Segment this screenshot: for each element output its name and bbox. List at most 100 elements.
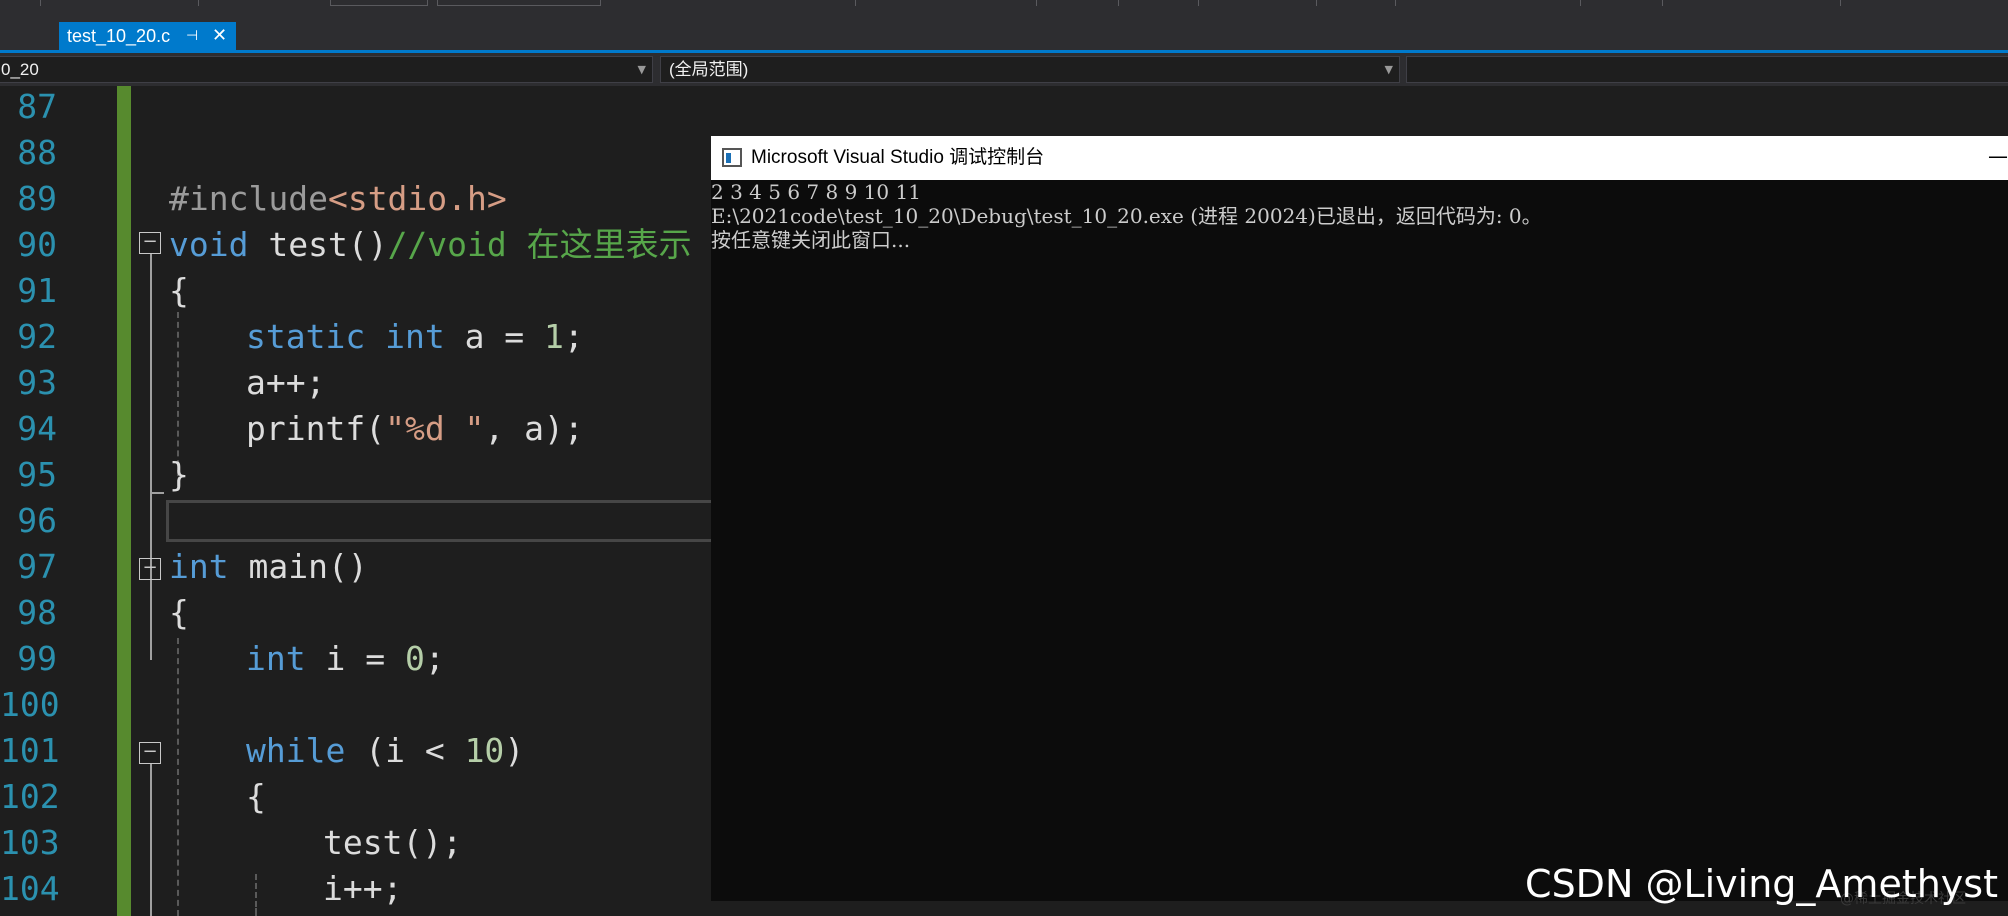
line-number: 89 [17,179,57,218]
line-number: 104 [0,869,60,908]
code-line-90[interactable]: void test()//void 在这里表示 [169,222,692,268]
code-token: a = [444,317,545,356]
line-number: 101 [0,731,60,770]
csdn-watermark: CSDN @Living_Amethyst [1525,862,1998,906]
scope-dropdown-value: (全局范围) [669,60,749,79]
outline-line [150,580,152,660]
toolbar-combo[interactable] [437,0,601,6]
close-icon[interactable]: ✕ [212,22,227,50]
toolbar-combo[interactable] [330,0,428,6]
code-token: { [246,777,266,816]
code-token: } [169,455,189,494]
toolbar-separator [1662,0,1663,6]
code-line-94[interactable]: printf("%d ", a); [246,406,584,452]
keyword-token: int [169,547,229,586]
number-token: 10 [464,731,505,770]
code-line-93[interactable]: a++; [246,360,325,406]
current-line-highlight [166,500,726,542]
line-number: 91 [17,271,57,310]
code-line-101[interactable]: while (i < 10) [246,728,524,774]
console-app-icon [722,148,742,167]
code-token: { [169,593,189,632]
number-token: 1 [544,317,564,356]
console-title: Microsoft Visual Studio 调试控制台 [751,147,1045,168]
keyword-token: static [246,317,366,356]
collapse-icon[interactable]: − [139,232,161,254]
code-line-104[interactable]: i++; [323,866,402,912]
code-line-98[interactable]: { [169,590,189,636]
toolbar-separator [40,0,41,6]
toolbar-separator [198,0,199,6]
navigation-bar: 0_20 ▼ (全局范围) ▼ [0,53,2008,86]
line-number: 98 [17,593,57,632]
code-token: i++; [323,869,403,908]
change-tracking-bar [117,86,131,916]
document-tab-bar: test_10_20.c ⊣ ✕ [0,22,2008,50]
comment-token: //void 在这里表示 [387,225,692,264]
line-number: 102 [0,777,60,816]
toolbar-separator [1316,0,1317,6]
line-number: 95 [17,455,57,494]
outline-line [150,764,152,916]
line-number-gutter: 87 88 89 90 91 92 93 94 95 96 97 98 99 1… [0,86,64,916]
code-token: ; [424,639,445,678]
console-titlebar[interactable]: Microsoft Visual Studio 调试控制台 — [711,136,2008,180]
line-number: 99 [17,639,57,678]
toolbar-separator [1198,0,1199,6]
line-number: 92 [17,317,57,356]
chevron-down-icon: ▼ [1384,63,1393,76]
code-line-103[interactable]: test(); [323,820,462,866]
code-token: i = [305,639,405,678]
toolbar-separator [1580,0,1581,6]
code-line-99[interactable]: int i = 0; [246,636,445,682]
toolbar-separator [855,0,856,6]
pin-icon[interactable]: ⊣ [186,22,198,50]
line-number: 103 [0,823,60,862]
toolbar-separator [1118,0,1119,6]
line-number: 87 [17,87,57,126]
code-line-91[interactable]: { [169,268,189,314]
code-token: { [169,271,189,310]
code-line-97[interactable]: int main() [169,544,368,590]
keyword-token: int [246,639,306,678]
toolbar-strip [0,0,2008,22]
number-token: 0 [404,639,425,678]
project-dropdown-value: 0_20 [1,60,39,79]
code-token: ) [504,731,525,770]
code-token: main() [228,547,368,586]
code-line-102[interactable]: { [246,774,266,820]
tab-test-10-20-c[interactable]: test_10_20.c ⊣ ✕ [59,22,236,50]
outline-line [150,254,152,580]
code-token: , a); [484,409,584,448]
collapse-icon[interactable]: − [139,558,161,580]
outline-end [150,492,164,494]
collapse-icon[interactable]: − [139,742,161,764]
code-line-92[interactable]: static int a = 1; [246,314,584,360]
toolbar-separator [1036,0,1037,6]
debug-console-window[interactable]: Microsoft Visual Studio 调试控制台 — 2 3 4 5 … [711,136,2008,916]
line-number: 93 [17,363,57,402]
toolbar-separator [1395,0,1396,6]
toolbar-separator [1840,0,1841,6]
keyword-token: while [246,731,346,770]
code-line-89[interactable]: #include<stdio.h> [169,176,507,222]
code-token: ; [563,317,584,356]
console-line: 按任意键关闭此窗口... [711,228,911,252]
scope-dropdown[interactable]: (全局范围) ▼ [660,56,1400,83]
line-number: 88 [17,133,57,172]
include-path-token: <stdio.h> [327,179,507,218]
string-token: "%d " [385,409,485,448]
keyword-token: int [365,317,445,356]
indent-guide [177,638,179,916]
code-token: (i < [345,731,465,770]
function-dropdown[interactable] [1406,56,2008,83]
console-line: 2 3 4 5 6 7 8 9 10 11 [711,180,921,204]
line-number: 100 [0,685,60,724]
code-token: a++; [246,363,326,402]
project-dropdown[interactable]: 0_20 ▼ [0,56,653,83]
code-token: test() [248,225,388,264]
minimize-icon[interactable]: — [1988,136,2008,180]
code-line-95[interactable]: } [169,452,189,498]
preprocessor-token: #include [169,179,328,218]
line-number: 97 [17,547,57,586]
